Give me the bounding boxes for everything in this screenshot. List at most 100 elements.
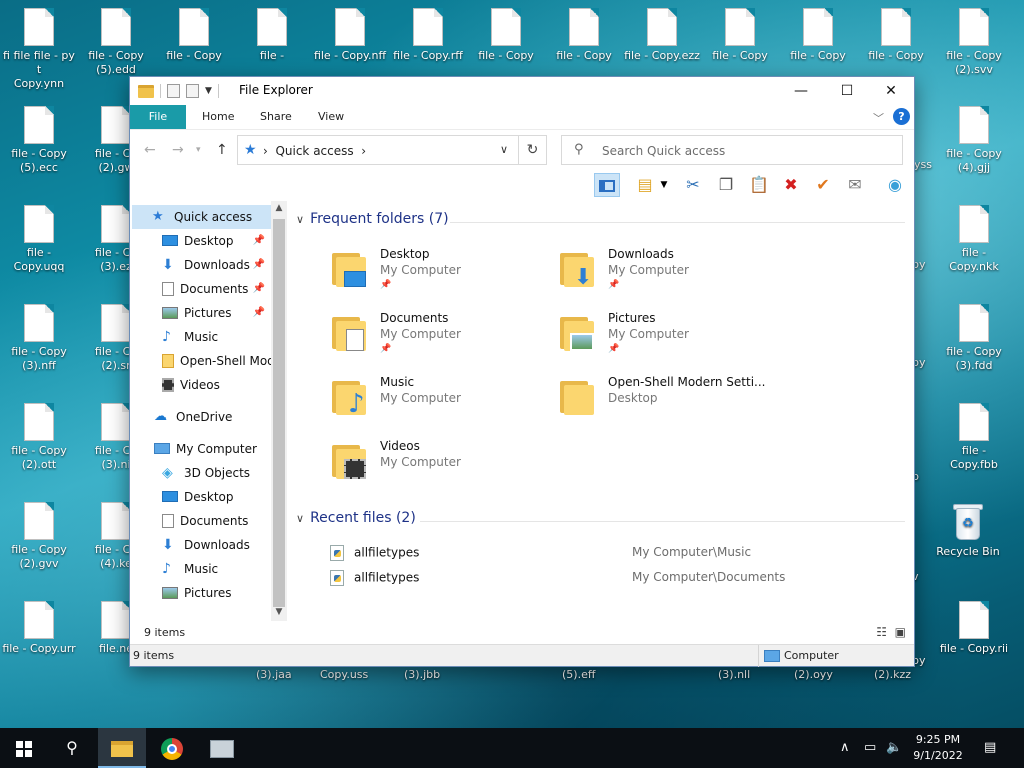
view-toggle[interactable]: ☷ ▣ — [876, 625, 906, 639]
desktop-file-icon[interactable]: file - Copy.nff — [312, 8, 388, 63]
recent-file-row[interactable]: allfiletypes My Computer\Documents — [330, 570, 830, 592]
desktop-file-icon[interactable]: file - Copy.rii — [936, 601, 1012, 656]
pin-icon[interactable]: 📌 — [253, 277, 265, 301]
desktop-file-icon[interactable]: file - — [234, 8, 310, 63]
copy-button[interactable]: ❐ — [713, 173, 739, 197]
nav-computer-pictures[interactable]: Pictures — [130, 581, 269, 605]
desktop-file-icon[interactable]: file - Copy (5).ecc — [1, 106, 77, 175]
recycle-bin[interactable]: ♻ Recycle Bin — [930, 502, 1006, 559]
clock[interactable]: 9:25 PM 9/1/2022 — [908, 732, 968, 764]
nav-quick-access[interactable]: ★ Quick access — [132, 205, 271, 229]
desktop-file-icon[interactable]: file - Copy — [780, 8, 856, 63]
breadcrumb[interactable]: › Quick access › — [263, 144, 366, 158]
properties-icon[interactable] — [167, 84, 180, 98]
nav-computer-3d-objects[interactable]: ◈ 3D Objects — [130, 461, 269, 485]
notifications-icon[interactable]: ▤ — [984, 740, 996, 755]
folder-tile-desktop[interactable]: Desktop My Computer 📌 — [332, 247, 552, 307]
folder-tile-videos[interactable]: Videos My Computer — [332, 439, 552, 499]
forward-arrow-icon[interactable]: → — [172, 142, 184, 158]
help-button[interactable]: ? — [893, 108, 910, 125]
address-bar[interactable]: ★ › Quick access › ∨ — [237, 135, 519, 165]
new-folder-button[interactable]: ▤ — [632, 173, 658, 197]
network-icon[interactable]: ▭ — [864, 740, 876, 755]
email-button[interactable]: ✉ — [842, 173, 868, 197]
nav-my-computer[interactable]: My Computer — [130, 437, 269, 461]
collapse-chevron-icon[interactable]: ∨ — [296, 512, 304, 525]
search-input[interactable]: ⚲ Search Quick access — [561, 135, 903, 165]
frequent-folders-header[interactable]: ∨ Frequent folders (7) — [296, 211, 449, 227]
folder-tile-open-shell-modern-setti[interactable]: Open-Shell Modern Setti... Desktop — [560, 375, 780, 435]
desktop-file-icon[interactable]: file - Copy.fbb — [936, 403, 1012, 472]
up-arrow-icon[interactable]: ↑ — [216, 142, 228, 158]
recent-locations-icon[interactable]: ▾ — [196, 145, 201, 155]
desktop-file-icon[interactable]: file - Copy — [858, 8, 934, 63]
nav-computer-documents[interactable]: Documents — [130, 509, 269, 533]
navigation-pane-button[interactable] — [594, 173, 620, 197]
cut-button[interactable]: ✂ — [680, 173, 706, 197]
tab-file[interactable]: File — [130, 105, 186, 129]
content-pane[interactable]: ∨ Frequent folders (7) Desktop My Computer… — [290, 201, 910, 631]
internet-options-button[interactable]: ◉ — [882, 173, 908, 197]
desktop-file-icon[interactable]: file - Copy.rff — [390, 8, 466, 63]
desktop-file-icon[interactable]: file - Copy — [702, 8, 778, 63]
new-folder-icon[interactable] — [186, 84, 199, 98]
nav-item-videos[interactable]: Videos — [130, 373, 269, 397]
app-taskbar-icon[interactable] — [198, 728, 246, 768]
nav-item-desktop[interactable]: Desktop 📌 — [130, 229, 269, 253]
collapse-chevron-icon[interactable]: ∨ — [296, 213, 304, 226]
pin-icon[interactable]: 📌 — [253, 301, 265, 325]
scroll-up-icon[interactable]: ▲ — [271, 203, 287, 213]
file-explorer-taskbar-icon[interactable] — [98, 728, 146, 768]
desktop-file-icon[interactable]: file - Copy — [468, 8, 544, 63]
desktop-file-icon[interactable]: file - Copy — [546, 8, 622, 63]
start-button[interactable] — [0, 728, 48, 768]
desktop-file-icon[interactable]: file - Copy (2).svv — [936, 8, 1012, 77]
tab-share[interactable]: Share — [246, 105, 306, 129]
search-icon[interactable]: ⚲ — [48, 728, 96, 768]
nav-item-pictures[interactable]: Pictures 📌 — [130, 301, 269, 325]
recent-file-row[interactable]: allfiletypes My Computer\Music — [330, 545, 830, 567]
desktop-file-icon[interactable]: file - Copy (3).nff — [1, 304, 77, 373]
desktop-file-icon[interactable]: file - Copy.uqq — [1, 205, 77, 274]
large-icons-view-icon[interactable]: ▣ — [895, 625, 906, 639]
desktop-file-icon[interactable]: file - Copy (2).ott — [1, 403, 77, 472]
delete-button[interactable]: ✖ — [778, 173, 804, 197]
maximize-button[interactable]: ☐ — [824, 77, 870, 105]
nav-item-open-shell-mod[interactable]: Open-Shell Mod — [130, 349, 275, 373]
folder-tile-documents[interactable]: Documents My Computer 📌 — [332, 311, 552, 371]
folder-tile-music[interactable]: ♪ Music My Computer — [332, 375, 552, 435]
close-button[interactable]: ✕ — [868, 77, 914, 105]
title-bar[interactable]: ▼ File Explorer — ☐ ✕ — [130, 77, 914, 105]
scrollbar-thumb[interactable] — [273, 219, 285, 607]
back-arrow-icon[interactable]: ← — [144, 142, 156, 158]
address-dropdown-icon[interactable]: ∨ — [500, 143, 508, 156]
file-explorer-window[interactable]: ▼ File Explorer — ☐ ✕ File Home Share Vi… — [129, 76, 915, 667]
desktop-file-icon[interactable]: file - Copy — [156, 8, 232, 63]
pin-icon[interactable]: 📌 — [253, 229, 265, 253]
tab-view[interactable]: View — [304, 105, 358, 129]
scroll-down-icon[interactable]: ▼ — [271, 607, 287, 617]
new-folder-dropdown-icon[interactable]: ▼ — [658, 173, 670, 197]
nav-computer-desktop[interactable]: Desktop — [130, 485, 269, 509]
desktop-file-icon[interactable]: file - Copy.ezz — [624, 8, 700, 63]
nav-computer-downloads[interactable]: ⬇ Downloads — [130, 533, 269, 557]
folder-tile-downloads[interactable]: ⬇ Downloads My Computer 📌 — [560, 247, 780, 307]
minimize-button[interactable]: — — [778, 77, 824, 105]
recent-files-header[interactable]: ∨ Recent files (2) — [296, 510, 416, 526]
nav-item-music[interactable]: ♪ Music — [130, 325, 269, 349]
nav-item-downloads[interactable]: ⬇ Downloads 📌 — [130, 253, 269, 277]
folder-tile-pictures[interactable]: Pictures My Computer 📌 — [560, 311, 780, 371]
nav-scrollbar[interactable]: ▲ ▼ — [271, 201, 287, 621]
nav-item-documents[interactable]: Documents 📌 — [130, 277, 269, 301]
nav-onedrive[interactable]: ☁ OneDrive — [130, 405, 269, 429]
pin-icon[interactable]: 📌 — [253, 253, 265, 277]
chrome-taskbar-icon[interactable] — [148, 728, 196, 768]
properties-button[interactable]: ✔ — [810, 173, 836, 197]
desktop-file-icon[interactable]: file - Copy (2).gvv — [1, 502, 77, 571]
details-view-icon[interactable]: ☷ — [876, 625, 887, 639]
desktop-file-icon[interactable]: file - Copy (5).edd — [78, 8, 154, 77]
refresh-button[interactable]: ↻ — [519, 135, 547, 165]
expand-ribbon-icon[interactable]: ﹀ — [873, 110, 884, 126]
navigation-pane[interactable]: ★ Quick access Desktop 📌 ⬇ Downloads 📌 Documen… — [130, 201, 287, 621]
volume-icon[interactable]: 🔈 — [886, 740, 902, 755]
